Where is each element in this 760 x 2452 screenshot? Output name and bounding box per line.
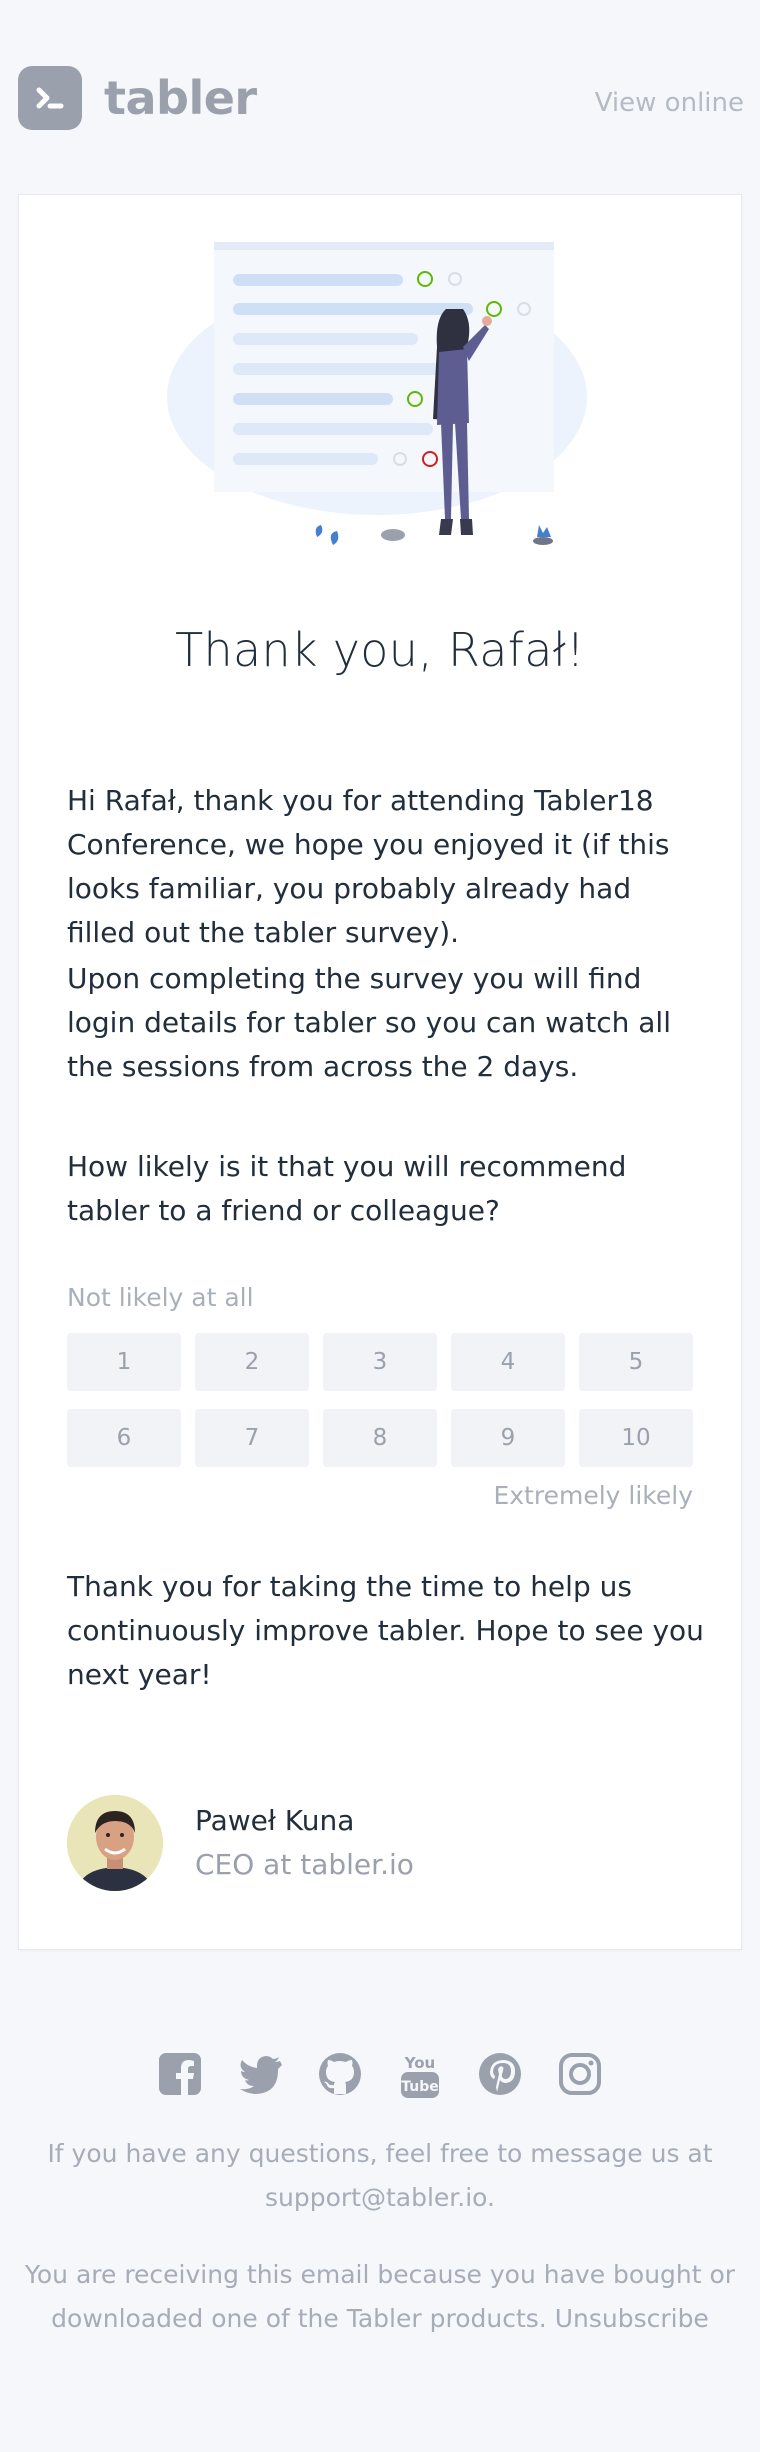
email-card: Thank you, Rafał! Hi Rafał, thank you fo… (18, 194, 742, 1950)
rating-option-6[interactable]: 6 (67, 1409, 181, 1467)
svg-text:You: You (404, 2054, 435, 2072)
github-icon[interactable] (318, 2052, 362, 2096)
signature: Paweł Kuna CEO at tabler.io (67, 1795, 414, 1891)
signature-name: Paweł Kuna (195, 1804, 355, 1837)
question-paragraph: How likely is it that you will recommend… (67, 1150, 627, 1227)
login-paragraph: Upon completing the survey you will find… (67, 962, 671, 1083)
svg-text:Tube: Tube (401, 2079, 439, 2095)
social-links: You Tube (0, 2052, 760, 2098)
instagram-icon[interactable] (558, 2052, 602, 2096)
footer-receiving: You are receiving this email because you… (24, 2253, 736, 2341)
avatar (67, 1795, 163, 1891)
signature-role: CEO at tabler.io (195, 1848, 414, 1881)
footer-questions-text: If you have any questions, feel free to … (47, 2139, 713, 2168)
unsubscribe-link[interactable]: Unsubscribe (555, 2304, 709, 2333)
youtube-icon[interactable]: You Tube (398, 2052, 442, 2098)
footer-questions: If you have any questions, feel free to … (24, 2132, 736, 2220)
pinterest-icon[interactable] (478, 2052, 522, 2096)
terminal-icon (18, 66, 82, 130)
intro-paragraph: Hi Rafał, thank you for attending Tabler… (67, 784, 670, 949)
page-title: Thank you, Rafał! (175, 623, 585, 677)
rating-option-3[interactable]: 3 (323, 1333, 437, 1391)
rating-option-7[interactable]: 7 (195, 1409, 309, 1467)
tabler-logo[interactable]: tabler (18, 66, 257, 130)
rating-option-1[interactable]: 1 (67, 1333, 181, 1391)
email-header: tabler View online (0, 0, 760, 194)
rating-scale: 1 2 3 4 5 6 7 8 9 10 (67, 1333, 695, 1467)
facebook-icon[interactable] (158, 2052, 202, 2096)
survey-illustration (167, 242, 587, 545)
rating-option-8[interactable]: 8 (323, 1409, 437, 1467)
view-online-link[interactable]: View online (595, 88, 744, 118)
rating-option-2[interactable]: 2 (195, 1333, 309, 1391)
rating-option-9[interactable]: 9 (451, 1409, 565, 1467)
scale-high-label: Extremely likely (493, 1481, 693, 1510)
rating-option-5[interactable]: 5 (579, 1333, 693, 1391)
closing-paragraph: Thank you for taking the time to help us… (67, 1570, 704, 1691)
scale-low-label: Not likely at all (67, 1283, 254, 1312)
rating-option-10[interactable]: 10 (579, 1409, 693, 1467)
support-email-link[interactable]: support@tabler.io. (265, 2183, 495, 2212)
twitter-icon[interactable] (238, 2052, 282, 2096)
rating-option-4[interactable]: 4 (451, 1333, 565, 1391)
brand-name: tabler (104, 71, 257, 125)
